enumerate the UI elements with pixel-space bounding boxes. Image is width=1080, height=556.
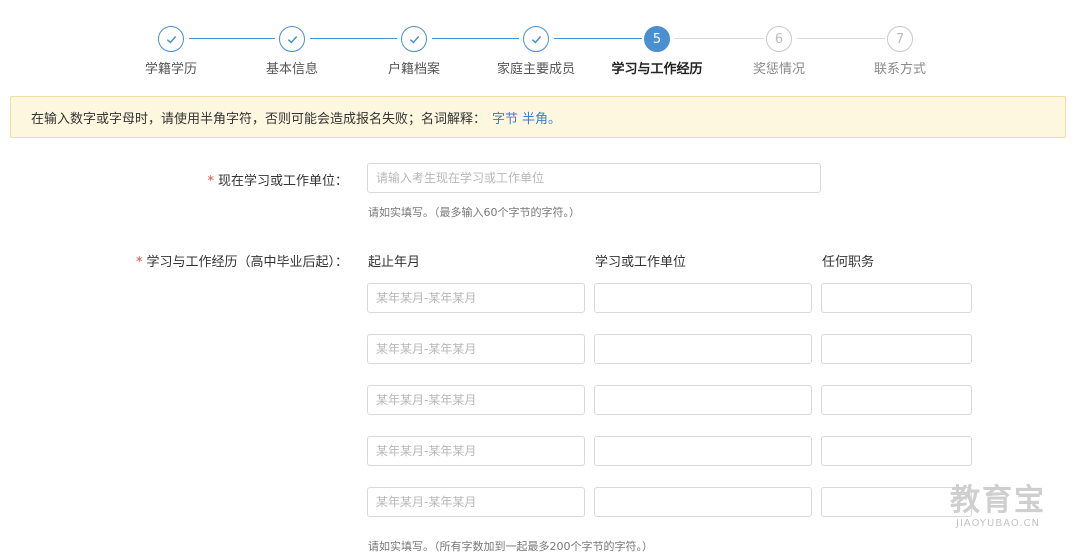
check-icon [158,26,184,52]
column-header-unit: 学习或工作单位 [595,255,687,270]
required-mark: * [135,255,143,270]
check-icon [523,26,549,52]
period-input-4[interactable] [367,436,585,466]
watermark-cn: 教育宝 [950,483,1046,518]
unit-input-3[interactable] [594,385,812,415]
step-label: 奖惩情况 [752,62,805,77]
check-icon [279,26,305,52]
current-unit-label-text: 现在学习或工作单位： [217,174,348,189]
required-mark: * [207,174,214,189]
unit-input-2[interactable] [594,334,812,364]
notice-text: 在输入数字或字母时，请使用半角字符，否则可能会造成报名失败；名词解释： [31,111,487,127]
column-header-position: 任何职务 [822,255,875,270]
step-number: 5 [644,26,670,52]
position-input-1[interactable] [821,283,972,313]
step-label: 学习与工作经历 [611,62,703,77]
step-label: 户籍档案 [387,62,440,77]
period-input-3[interactable] [367,385,585,415]
step-label: 学籍学历 [144,62,197,77]
step-1[interactable]: 学籍学历 [111,26,231,77]
position-input-2[interactable] [821,334,972,364]
step-label: 联系方式 [873,62,926,77]
step-2[interactable]: 基本信息 [232,26,352,77]
step-label: 基本信息 [265,62,318,77]
current-unit-hint: 请如实填写。（最多输入60个字节的字符。） [368,206,580,219]
unit-input-5[interactable] [594,487,812,517]
watermark-en: JIAOYUBAO.CN [956,518,1040,529]
term-link-byte[interactable]: 字节 [492,108,518,127]
step-number: 7 [887,26,913,52]
step-number: 6 [766,26,792,52]
period-input-2[interactable] [367,334,585,364]
position-input-3[interactable] [821,385,972,415]
period-input-5[interactable] [367,487,585,517]
column-header-period: 起止年月 [368,255,421,270]
experience-label: * 学习与工作经历（高中毕业后起）： [136,251,348,270]
notice-banner: 在输入数字或字母时，请使用半角字符，否则可能会造成报名失败；名词解释： 字节 半… [10,96,1066,138]
term-link-halfwidth[interactable]: 半角。 [522,108,561,127]
unit-input-4[interactable] [594,436,812,466]
stepper: 学籍学历 基本信息 户籍档案 家庭主要成员 5 学习与工作经历 6 奖惩情况 7… [0,0,1080,90]
experience-label-text: 学习与工作经历（高中毕业后起）： [146,255,348,270]
unit-input-1[interactable] [594,283,812,313]
position-input-4[interactable] [821,436,972,466]
watermark-logo: 教育宝 JIAOYUBAO.CN [938,483,1058,530]
experience-hint: 请如实填写。（所有字数加到一起最多200个字节的字符。） [368,540,653,553]
step-3[interactable]: 户籍档案 [354,26,474,77]
period-input-1[interactable] [367,283,585,313]
step-5[interactable]: 5 学习与工作经历 [597,26,717,77]
current-unit-label: * 现在学习或工作单位： [207,170,348,189]
step-4[interactable]: 家庭主要成员 [476,26,596,77]
step-6[interactable]: 6 奖惩情况 [719,26,839,77]
check-icon [401,26,427,52]
step-7[interactable]: 7 联系方式 [840,26,960,77]
current-unit-input[interactable] [367,163,821,193]
step-label: 家庭主要成员 [496,62,575,77]
